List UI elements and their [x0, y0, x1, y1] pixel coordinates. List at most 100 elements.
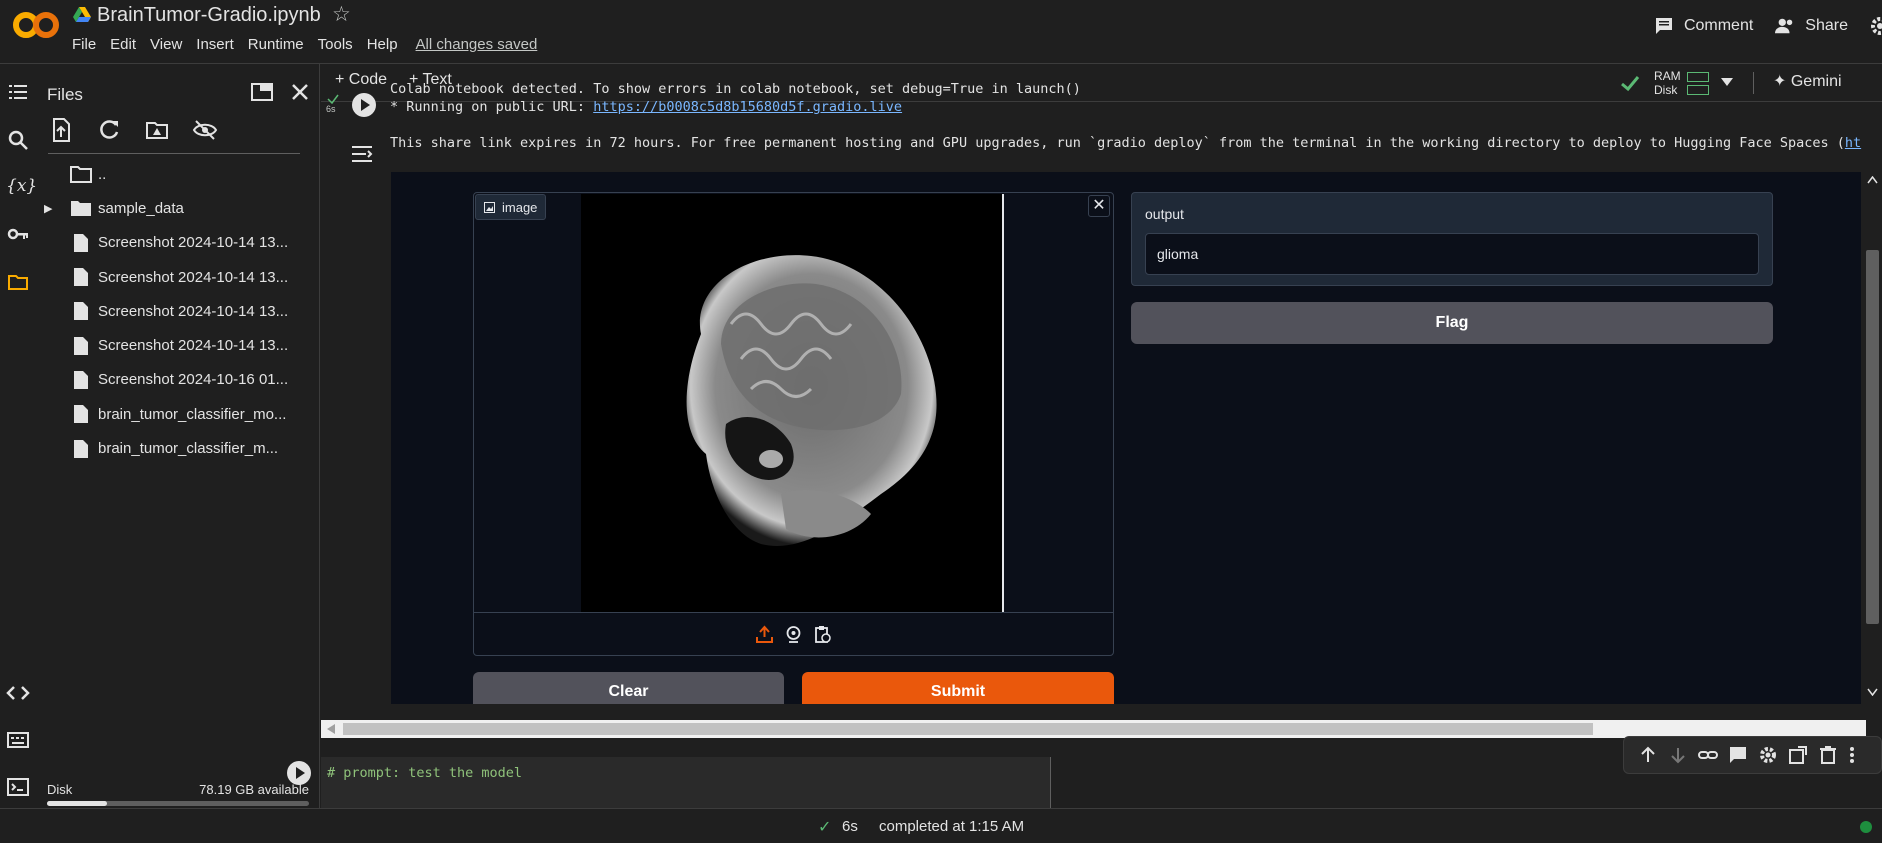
command-palette-icon[interactable]	[6, 728, 30, 752]
cell-executed-check-icon	[327, 94, 339, 104]
status-text: completed at 1:15 AM	[879, 818, 1025, 835]
menu-insert[interactable]: Insert	[196, 36, 234, 53]
file-icon	[74, 405, 88, 424]
tree-item-label: Screenshot 2024-10-14 13...	[98, 302, 289, 320]
connection-status-dot[interactable]	[1860, 821, 1872, 833]
menu-view[interactable]: View	[150, 36, 182, 53]
tree-item-file[interactable]: brain_tumor_classifier_mo...	[36, 397, 320, 431]
horizontal-scrollbar-thumb[interactable]	[343, 723, 1593, 735]
move-down-arrow-icon[interactable]	[1668, 745, 1688, 765]
table-of-contents-icon[interactable]	[6, 80, 30, 104]
move-up-arrow-icon[interactable]	[1638, 745, 1658, 765]
menu-edit[interactable]: Edit	[110, 36, 136, 53]
more-options-icon[interactable]	[1848, 745, 1856, 765]
link-icon[interactable]	[1698, 745, 1718, 765]
tree-item-parent[interactable]: ..	[36, 157, 320, 191]
menu-runtime[interactable]: Runtime	[248, 36, 304, 53]
share-people-icon	[1775, 18, 1793, 34]
variables-icon[interactable]: {x}	[6, 174, 37, 198]
cell-output-text: Colab notebook detected. To show errors …	[390, 80, 1861, 152]
submit-button[interactable]: Submit	[802, 672, 1114, 704]
output-actions-icon[interactable]	[350, 142, 374, 166]
hugging-face-link[interactable]: ht	[1845, 135, 1861, 151]
upload-icon[interactable]	[755, 625, 774, 644]
code-snippets-icon[interactable]	[6, 681, 30, 705]
close-icon[interactable]	[288, 80, 312, 104]
output-line-1: Colab notebook detected. To show errors …	[390, 81, 1081, 97]
cell-toolbar	[1623, 736, 1882, 774]
mri-scan-drawing	[581, 194, 1002, 612]
image-close-button[interactable]: ✕	[1088, 195, 1110, 217]
files-panel-title: Files	[47, 85, 83, 104]
file-icon	[74, 370, 88, 389]
notebook-title[interactable]: BrainTumor-Gradio.ipynb	[97, 4, 321, 27]
files-folder-icon[interactable]	[6, 270, 30, 294]
output-panel: output glioma	[1131, 192, 1773, 286]
tree-item-file[interactable]: Screenshot 2024-10-14 13...	[36, 328, 320, 362]
tree-item-file[interactable]: Screenshot 2024-10-14 13...	[36, 294, 320, 328]
tree-item-file[interactable]: Screenshot 2024-10-14 13...	[36, 226, 320, 260]
flag-button[interactable]: Flag	[1131, 302, 1773, 344]
menu-help[interactable]: Help	[367, 36, 398, 53]
tree-item-file[interactable]: Screenshot 2024-10-14 13...	[36, 260, 320, 294]
tree-item-file[interactable]: Screenshot 2024-10-16 01...	[36, 363, 320, 397]
public-url-link[interactable]: https://b0008c5d8b15680d5f.gradio.live	[593, 99, 902, 115]
colab-logo[interactable]	[12, 8, 60, 42]
share-button[interactable]: Share	[1775, 17, 1848, 35]
hide-files-eye-icon[interactable]	[192, 117, 218, 143]
clipboard-paste-icon[interactable]	[813, 625, 832, 644]
tree-item-label: brain_tumor_classifier_mo...	[98, 405, 287, 423]
output-vertical-scrollbar[interactable]	[1863, 172, 1882, 704]
top-bar: BrainTumor-Gradio.ipynb ☆ File Edit View…	[0, 0, 1882, 64]
open-in-tab-icon[interactable]	[250, 80, 274, 104]
play-icon	[352, 93, 376, 117]
webcam-icon[interactable]	[784, 625, 803, 644]
star-icon[interactable]: ☆	[332, 2, 351, 27]
settings-gear-icon[interactable]	[1870, 16, 1882, 36]
output-line-3: This share link expires in 72 hours. For…	[390, 135, 1845, 151]
delete-trash-icon[interactable]	[1818, 745, 1838, 765]
code-editor[interactable]: # prompt: test the model	[321, 757, 1051, 808]
menu-tools[interactable]: Tools	[318, 36, 353, 53]
files-toolbar	[48, 117, 218, 143]
clear-button[interactable]: Clear	[473, 672, 784, 704]
scroll-down-arrow-icon[interactable]	[1867, 688, 1878, 696]
terminal-icon[interactable]	[6, 775, 30, 799]
comment-button[interactable]: Comment	[1654, 17, 1753, 35]
tree-item-label: sample_data	[98, 199, 184, 217]
settings-gear-icon[interactable]	[1758, 745, 1778, 765]
menu-file[interactable]: File	[72, 36, 96, 53]
drive-icon[interactable]	[73, 7, 91, 23]
output-textbox[interactable]: glioma	[1145, 233, 1759, 275]
open-in-tab-icon[interactable]	[1788, 745, 1808, 765]
folder-icon	[71, 201, 91, 217]
secrets-key-icon[interactable]	[6, 222, 30, 246]
save-status[interactable]: All changes saved	[416, 36, 538, 53]
scrollbar-thumb[interactable]	[1866, 250, 1879, 624]
play-icon	[287, 761, 311, 785]
tree-item-sample-data[interactable]: ▶ sample_data	[36, 191, 320, 225]
comment-icon[interactable]	[1728, 745, 1748, 765]
tree-item-file[interactable]: brain_tumor_classifier_m...	[36, 431, 320, 465]
image-label-badge: image	[475, 194, 547, 220]
search-icon[interactable]	[6, 128, 30, 152]
run-cell-button[interactable]	[351, 92, 377, 118]
files-panel: Files .. ▶ sample_data Screenshot 2024-1…	[36, 64, 320, 808]
file-icon	[74, 336, 88, 355]
scroll-left-arrow-icon[interactable]	[327, 724, 335, 734]
mount-drive-icon[interactable]	[144, 117, 170, 143]
refresh-icon[interactable]	[96, 117, 122, 143]
run-cell-2-button[interactable]	[286, 760, 312, 786]
status-bar: ✓ 6s completed at 1:15 AM	[0, 808, 1882, 843]
expand-arrow-icon[interactable]: ▶	[44, 202, 52, 215]
left-rail: {x}	[0, 64, 37, 808]
gradio-app-frame: image ✕ Clear Submit output glioma Flag	[391, 172, 1861, 704]
file-icon	[74, 233, 88, 252]
disk-label: Disk	[47, 782, 73, 797]
image-label: image	[502, 199, 538, 215]
upload-file-icon[interactable]	[48, 117, 74, 143]
add-code-button[interactable]: + Code	[335, 71, 387, 89]
scroll-up-arrow-icon[interactable]	[1867, 176, 1878, 184]
file-icon	[74, 302, 88, 321]
image-input-panel[interactable]: image ✕	[473, 192, 1114, 656]
